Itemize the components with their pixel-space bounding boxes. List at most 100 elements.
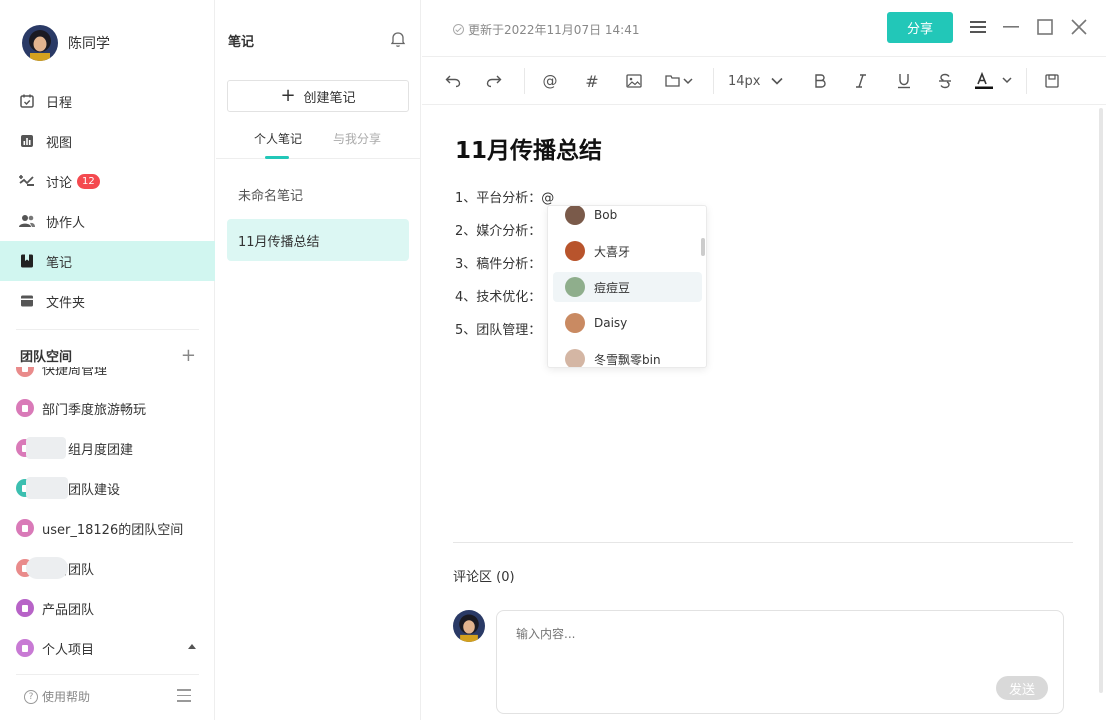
- hashtag-icon[interactable]: #: [581, 69, 603, 93]
- nav-item-schedule[interactable]: 日程: [0, 81, 215, 121]
- note-title: 11月传播总结: [238, 234, 320, 250]
- nav-item-discussion[interactable]: 讨论 12: [0, 161, 215, 201]
- doc-line[interactable]: 5、团队管理：: [455, 319, 541, 338]
- discussion-icon: [18, 172, 36, 190]
- team-label: 个人项目: [42, 642, 95, 658]
- folder-dropdown-icon[interactable]: [665, 69, 695, 93]
- team-flag-icon: [16, 639, 34, 657]
- note-list-item-active[interactable]: 11月传播总结: [227, 219, 409, 261]
- minimize-icon[interactable]: [1000, 16, 1022, 38]
- user-profile[interactable]: 陈同学: [22, 25, 110, 61]
- collapse-caret-icon[interactable]: [188, 644, 196, 649]
- nav-item-collaborators[interactable]: 协作人: [0, 201, 215, 241]
- mention-icon[interactable]: @: [539, 69, 561, 93]
- note-list-item[interactable]: 未命名笔记: [227, 173, 409, 215]
- comments-label: 评论区 (0): [453, 570, 515, 585]
- team-label: 快捷周管理: [42, 367, 108, 378]
- folder-icon: [18, 292, 36, 310]
- updated-text: 更新于2022年11月07日 14:41: [468, 23, 640, 37]
- team-item[interactable]: 项目组月度团建: [0, 428, 215, 468]
- mention-option[interactable]: Bob: [553, 206, 702, 230]
- sidebar: 陈同学 日程 视图 讨论 12 协作人 笔记 文件夹 团队空间 + 快捷周管理 …: [0, 0, 215, 720]
- bell-icon[interactable]: [390, 30, 406, 52]
- team-item[interactable]: 部门季度旅游畅玩: [0, 388, 215, 428]
- team-space-title: 团队空间: [20, 350, 73, 365]
- redo-icon[interactable]: [483, 69, 505, 93]
- main-nav: 日程 视图 讨论 12 协作人 笔记 文件夹: [0, 81, 215, 321]
- nav-item-label: 讨论: [46, 175, 73, 191]
- help-icon: ?: [24, 689, 38, 704]
- document-title[interactable]: 11月传播总结: [455, 131, 602, 165]
- mention-avatar: [565, 349, 585, 367]
- mention-option[interactable]: 大喜牙: [553, 236, 702, 266]
- mention-name: 大喜牙: [594, 244, 631, 259]
- update-status: 更新于2022年11月07日 14:41: [453, 21, 639, 38]
- image-icon[interactable]: [623, 69, 645, 93]
- nav-item-folder[interactable]: 文件夹: [0, 281, 215, 321]
- send-button[interactable]: 发送: [996, 676, 1048, 700]
- nav-item-notes[interactable]: 笔记: [0, 241, 215, 281]
- note-title: 未命名笔记: [238, 188, 304, 204]
- comment-input[interactable]: [516, 627, 916, 641]
- team-item[interactable]: 产品团队: [0, 588, 215, 628]
- nav-item-label: 协作人: [46, 215, 86, 231]
- commenter-avatar: [453, 610, 485, 642]
- team-flag-icon: [16, 367, 34, 377]
- team-item[interactable]: 快捷周管理: [0, 367, 215, 388]
- add-team-icon[interactable]: +: [181, 346, 196, 365]
- notes-panel-title: 笔记: [228, 35, 255, 50]
- help-label: 使用帮助: [42, 690, 91, 704]
- tab-shared-with-me[interactable]: 与我分享: [333, 130, 381, 147]
- redaction-patch: [26, 477, 68, 499]
- team-flag-icon: [16, 519, 34, 537]
- bold-icon[interactable]: [809, 69, 831, 93]
- doc-line[interactable]: 3、稿件分析：: [455, 253, 541, 272]
- create-note-button[interactable]: + 创建笔记: [227, 80, 409, 112]
- maximize-icon[interactable]: [1034, 16, 1056, 38]
- editor-toolbar: @ # 14px: [422, 56, 1106, 105]
- team-label: 部门季度旅游畅玩: [42, 402, 147, 418]
- strikethrough-icon[interactable]: [934, 69, 956, 93]
- team-item[interactable]: 运营团队: [0, 548, 215, 588]
- font-size-value: 14px: [728, 73, 761, 89]
- user-avatar[interactable]: [22, 25, 58, 61]
- mention-name: 冬雪飘零bin: [594, 352, 661, 367]
- nav-item-view[interactable]: 视图: [0, 121, 215, 161]
- team-item[interactable]: user_18126的团队空间: [0, 508, 215, 548]
- mention-option[interactable]: Daisy: [553, 308, 702, 338]
- share-button[interactable]: 分享: [887, 12, 953, 43]
- toolbar-separator: [1026, 68, 1027, 94]
- divider: [16, 674, 199, 675]
- mention-scrollbar[interactable]: [701, 238, 705, 256]
- tab-personal-notes[interactable]: 个人笔记: [254, 130, 302, 147]
- doc-line[interactable]: 4、技术优化：: [455, 286, 541, 305]
- doc-line[interactable]: 1、平台分析：@: [455, 187, 554, 206]
- editor-scrollbar[interactable]: [1099, 108, 1103, 693]
- text-color-icon[interactable]: [972, 69, 1016, 93]
- mention-option[interactable]: 冬雪飘零bin: [553, 344, 702, 367]
- sidebar-menu-icon[interactable]: [177, 689, 191, 706]
- team-item[interactable]: 团队团队建设: [0, 468, 215, 508]
- team-space-header: 团队空间 +: [20, 346, 196, 365]
- redaction-patch: [26, 437, 66, 459]
- close-icon[interactable]: [1068, 16, 1090, 38]
- team-flag-icon: [16, 399, 34, 417]
- help-link[interactable]: ? 使用帮助: [24, 688, 90, 705]
- italic-icon[interactable]: [850, 69, 872, 93]
- nav-item-label: 文件夹: [46, 295, 86, 311]
- bookmark-icon: [18, 252, 36, 270]
- menu-icon[interactable]: [967, 16, 989, 38]
- font-size-select[interactable]: 14px: [728, 69, 786, 93]
- team-item-personal[interactable]: 个人项目: [0, 628, 215, 668]
- mention-option-hover[interactable]: 痘痘豆: [553, 272, 702, 302]
- team-flag-icon: [16, 599, 34, 617]
- underline-icon[interactable]: [893, 69, 915, 93]
- mention-name: Bob: [594, 208, 618, 222]
- mention-name: Daisy: [594, 316, 628, 330]
- undo-icon[interactable]: [442, 69, 464, 93]
- save-icon[interactable]: [1041, 69, 1063, 93]
- nav-item-label: 日程: [46, 95, 73, 111]
- team-item-partial: 快捷周管理: [0, 367, 215, 388]
- doc-line[interactable]: 2、媒介分析：: [455, 220, 541, 239]
- comment-box: 发送: [496, 610, 1064, 714]
